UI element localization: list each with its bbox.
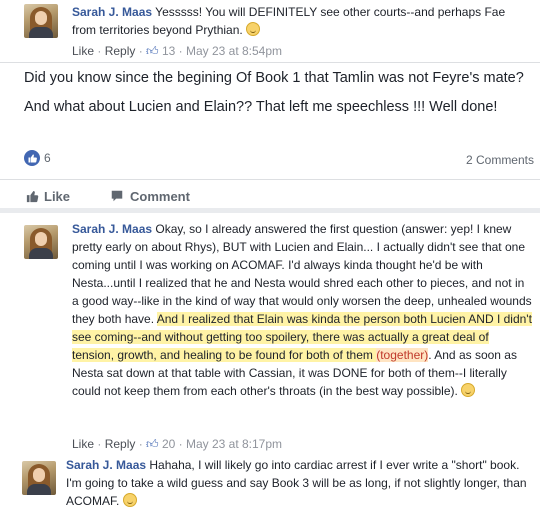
reply-link[interactable]: Reply (105, 44, 136, 58)
thumbs-up-icon: 👍︎ (146, 44, 159, 58)
comment-text: Okay, so I already answered the first qu… (72, 222, 532, 326)
separator (0, 179, 540, 180)
comment-timestamp[interactable]: May 23 at 8:54pm (186, 44, 282, 58)
author-avatar[interactable] (24, 4, 58, 38)
highlighted-text-red: (together) (376, 348, 429, 362)
like-reaction-icon[interactable] (24, 150, 40, 166)
comment-author[interactable]: Sarah J. Maas (66, 458, 146, 472)
comment-button[interactable]: Comment (110, 189, 190, 204)
author-avatar[interactable] (22, 461, 56, 495)
thumbs-up-icon: 👍︎ (146, 437, 159, 451)
comment-body: Sarah J. Maas Yesssss! You will DEFINITE… (72, 3, 530, 39)
smile-emoji-icon (246, 22, 261, 36)
separator (0, 62, 540, 63)
comments-count[interactable]: 2 Comments (466, 153, 534, 167)
like-link[interactable]: Like (72, 437, 94, 451)
comment-meta: Like · Reply · 👍︎ 20 · May 23 at 8:17pm (72, 437, 283, 451)
comment-author[interactable]: Sarah J. Maas (72, 5, 152, 19)
comment-body: Sarah J. Maas Hahaha, I will likely go i… (66, 456, 532, 510)
author-avatar[interactable] (24, 225, 58, 259)
reply-link[interactable]: Reply (105, 437, 136, 451)
comment-like-count[interactable]: 20 (162, 437, 175, 451)
post-text: Did you know since the begining Of Book … (24, 68, 534, 118)
comment-icon (111, 190, 123, 202)
reaction-count[interactable]: 6 (44, 151, 51, 165)
comment-author[interactable]: Sarah J. Maas (72, 222, 152, 236)
comment-label: Comment (130, 189, 190, 204)
comment-timestamp[interactable]: May 23 at 8:17pm (186, 437, 282, 451)
post-line-2: And what about Lucien and Elain?? That l… (24, 99, 498, 115)
comment-meta: Like · Reply · 👍︎ 13 · May 23 at 8:54pm (72, 44, 283, 58)
like-link[interactable]: Like (72, 44, 94, 58)
smile-emoji-icon (122, 493, 137, 507)
like-icon (26, 191, 39, 203)
like-button[interactable]: Like (26, 189, 70, 204)
comment-body: Sarah J. Maas Okay, so I already answere… (72, 220, 534, 400)
smile-emoji-icon (461, 383, 476, 397)
comment-like-count[interactable]: 13 (162, 44, 175, 58)
post-line-1: Did you know since the begining Of Book … (24, 70, 524, 86)
like-label: Like (44, 189, 71, 204)
section-separator (0, 208, 540, 213)
